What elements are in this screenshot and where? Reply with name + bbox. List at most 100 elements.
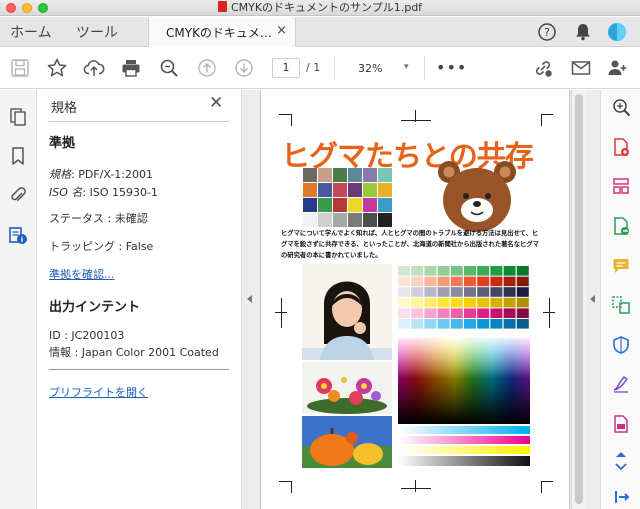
standards-panel: 規格 ✕ 準拠 規格: PDF/X-1:2001 ISO 名: ISO 1593… [37, 90, 259, 509]
color-patch [411, 287, 424, 297]
color-swatch [318, 213, 332, 227]
left-panel-collapse-handle[interactable] [242, 90, 259, 509]
scroll-down-icon[interactable] [611, 461, 631, 473]
color-patch [464, 319, 476, 329]
next-page-icon[interactable] [233, 57, 255, 79]
zoom-select[interactable]: 32% ▾ [350, 60, 416, 78]
notifications-bell-icon[interactable] [573, 22, 593, 42]
close-tab-icon[interactable]: × [276, 23, 287, 38]
bookmark-star-icon[interactable] [46, 57, 68, 79]
print-icon[interactable] [120, 57, 142, 79]
cloud-upload-icon[interactable] [83, 57, 105, 79]
account-avatar-icon[interactable] [607, 22, 627, 42]
color-patch [398, 319, 410, 329]
black-ramp [398, 456, 530, 466]
window-title: CMYKのドキュメントのサンプル1.pdf [0, 1, 640, 15]
email-icon[interactable] [570, 57, 592, 79]
color-swatch [333, 183, 347, 197]
help-icon[interactable]: ? [537, 22, 557, 42]
crop-mark [279, 481, 291, 482]
color-patch [477, 319, 490, 329]
vertical-scrollbar[interactable] [571, 90, 586, 509]
crop-mark [415, 110, 416, 122]
color-patch [516, 266, 529, 276]
chevron-down-icon: ▾ [404, 62, 409, 72]
title-bar: CMYKのドキュメントのサンプル1.pdf [0, 0, 640, 16]
color-patch [424, 276, 437, 287]
collapse-panel-icon[interactable] [611, 487, 631, 507]
color-patch [464, 276, 476, 287]
fill-sign-icon[interactable] [611, 374, 631, 394]
color-patch [516, 276, 529, 287]
color-patch [477, 287, 490, 297]
color-patch [503, 297, 516, 308]
crop-mark [549, 298, 550, 328]
standards-icon[interactable]: i [8, 225, 28, 245]
crop-mark [541, 114, 553, 115]
iso-line: ISO 名: ISO 15930-1 [49, 184, 158, 200]
close-panel-icon[interactable]: ✕ [209, 93, 223, 113]
edit-pdf-icon[interactable] [611, 295, 631, 315]
output-info-line: 情報 : Japan Color 2001 Coated [49, 346, 219, 359]
portrait-photo [302, 264, 392, 360]
crop-mark [401, 120, 431, 121]
verify-conformance-link[interactable]: 準拠を確認... [49, 266, 115, 282]
svg-text:i: i [21, 236, 23, 244]
color-swatch [333, 198, 347, 212]
color-patch [398, 287, 410, 297]
crop-mark [291, 114, 292, 126]
right-panel-expand-handle[interactable] [586, 90, 600, 509]
export-pdf-icon[interactable] [611, 216, 631, 236]
pages-icon[interactable] [8, 107, 28, 127]
crop-mark [279, 114, 291, 115]
attachment-icon[interactable] [8, 185, 28, 205]
add-person-icon[interactable] [606, 57, 628, 79]
crop-mark [415, 480, 416, 492]
color-swatch [378, 198, 392, 212]
color-patch [503, 319, 516, 329]
menu-home[interactable]: ホーム [10, 22, 52, 42]
menu-tools[interactable]: ツール [76, 22, 118, 42]
color-patch [437, 297, 450, 308]
color-patch [516, 287, 529, 297]
document-tab[interactable]: CMYKのドキュメ… × [148, 17, 296, 47]
color-patch [437, 276, 450, 287]
color-patch [464, 308, 476, 318]
create-pdf-icon[interactable] [611, 137, 631, 157]
protect-icon[interactable] [611, 335, 631, 355]
previous-page-icon[interactable] [196, 57, 218, 79]
expand-right-panel-icon [590, 295, 595, 303]
bookmark-icon[interactable] [8, 146, 28, 166]
color-patch [464, 287, 476, 297]
zoom-search-icon[interactable] [611, 97, 631, 117]
comment-icon[interactable] [611, 256, 631, 276]
standard-label: 規格 [49, 168, 71, 181]
color-patch [490, 319, 503, 329]
organize-pages-icon[interactable] [611, 176, 631, 196]
color-patch [411, 308, 424, 318]
page-number-input[interactable]: 1 [272, 58, 300, 78]
share-link-icon[interactable] [532, 57, 554, 79]
color-patch [477, 308, 490, 318]
document-canvas[interactable]: ヒグマたちとの共存 ヒグマについて学んでよく知れば、人とヒグマの間のトラブルを避… [259, 90, 571, 509]
color-patch [503, 266, 516, 276]
color-patch [450, 297, 463, 308]
more-options-icon[interactable]: ••• [436, 58, 467, 77]
scrollbar-thumb[interactable] [575, 94, 583, 504]
color-patch [424, 297, 437, 308]
output-id-line: ID : JC200103 [49, 329, 125, 342]
collapse-left-icon [247, 295, 252, 303]
panel-title: 規格 [51, 101, 78, 116]
menu-bar: ホーム ツール CMYKのドキュメ… × ? [0, 17, 640, 47]
color-patch [398, 308, 410, 318]
save-icon[interactable] [9, 57, 31, 79]
zoom-magnifier-icon[interactable] [158, 57, 180, 79]
color-patch [477, 276, 490, 287]
open-preflight-link[interactable]: プリフライトを開く [49, 384, 148, 400]
toolbar-divider [334, 56, 335, 80]
color-patch [450, 319, 463, 329]
main-toolbar: 1 / 1 32% ▾ ••• [0, 47, 640, 89]
scroll-up-icon[interactable] [611, 448, 631, 460]
color-patch [398, 266, 410, 276]
more-tools-icon[interactable] [611, 414, 631, 434]
